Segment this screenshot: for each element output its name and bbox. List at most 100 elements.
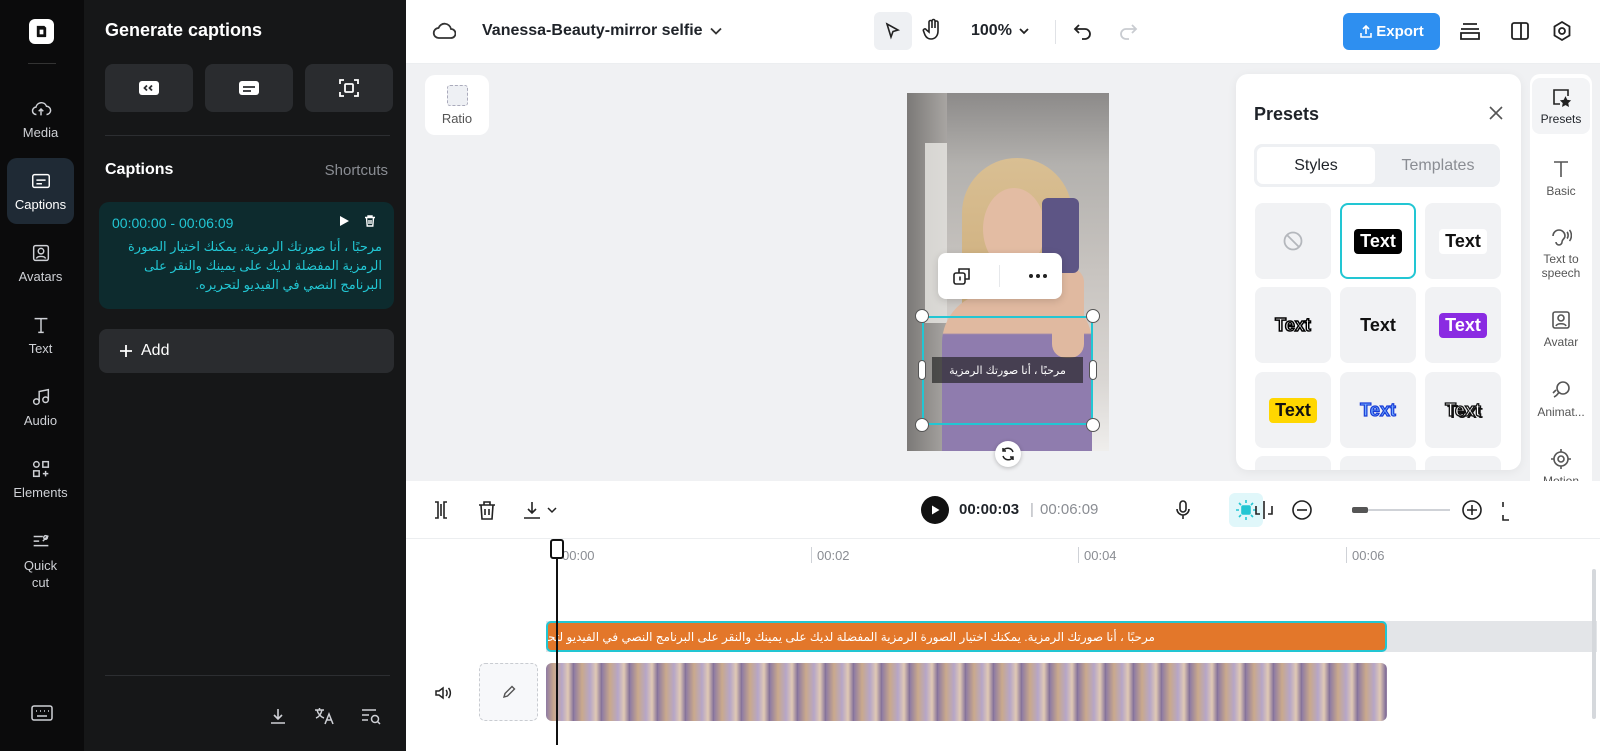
tool-basic[interactable]: Basic (1532, 158, 1590, 198)
timeline-scrollbar[interactable] (1592, 569, 1596, 719)
resize-handle-left[interactable] (918, 360, 926, 380)
caption-clip[interactable]: مرحبًا ، أنا صورتك الرمزية. يمكنك اختيار… (546, 621, 1387, 652)
tool-presets[interactable]: Presets (1532, 78, 1590, 134)
split-button[interactable] (430, 499, 452, 521)
delete-button[interactable] (476, 499, 498, 521)
duplicate-button[interactable] (952, 266, 972, 286)
preset-more[interactable] (1255, 456, 1331, 470)
download-menu-button[interactable] (546, 505, 558, 515)
search-captions-button[interactable] (360, 706, 382, 726)
duplicate-icon (953, 268, 970, 285)
find-replace-icon (362, 709, 381, 725)
toggle-panel-button[interactable] (1509, 20, 1531, 42)
fit-timeline-button[interactable] (1502, 501, 1514, 521)
close-presets-button[interactable] (1489, 106, 1503, 120)
toolbar-divider (1055, 20, 1056, 44)
rail-item-captions[interactable]: Captions (7, 158, 74, 224)
preset-yellow-box[interactable]: Text (1255, 372, 1331, 448)
zoom-out-button[interactable] (1291, 499, 1313, 521)
select-tool-button[interactable] (874, 12, 912, 50)
auto-captions-button[interactable] (105, 64, 193, 112)
preset-black-box[interactable]: Text (1340, 203, 1416, 279)
close-icon (1489, 106, 1503, 120)
video-clip[interactable] (546, 663, 1387, 721)
slider-thumb[interactable] (1352, 507, 1368, 513)
download-button[interactable] (521, 499, 543, 521)
caption-play-button[interactable] (337, 214, 351, 228)
split-view-button[interactable] (1253, 499, 1275, 521)
preset-blue-glow[interactable]: Text (1340, 372, 1416, 448)
caption-delete-button[interactable] (363, 214, 377, 228)
more-options-button[interactable] (1028, 273, 1048, 279)
translate-button[interactable] (313, 706, 335, 726)
rail-item-elements[interactable]: Elements (7, 446, 74, 512)
hand-icon (922, 18, 939, 40)
caption-item[interactable]: 00:00:00 - 00:06:09 مرحبًا ، أنا صورتك ا… (99, 202, 394, 309)
tool-label: Animat... (1537, 405, 1585, 419)
caption-selection-box[interactable] (922, 316, 1093, 425)
record-voice-button[interactable] (1172, 499, 1194, 521)
rotate-handle[interactable] (995, 441, 1021, 467)
rail-item-audio[interactable]: Audio (7, 374, 74, 440)
zoom-in-button[interactable] (1461, 499, 1483, 521)
rail-item-media[interactable]: Media (7, 86, 74, 152)
export-button[interactable]: Export (1343, 13, 1440, 50)
presets-icon (1553, 89, 1572, 108)
zoom-level[interactable]: 100% (971, 22, 1012, 40)
preset-more[interactable] (1340, 456, 1416, 470)
rail-item-avatars[interactable]: Avatars (7, 230, 74, 296)
hand-tool-button[interactable] (922, 18, 944, 42)
translate-icon (315, 708, 334, 725)
preset-more[interactable] (1425, 456, 1501, 470)
ratio-button[interactable]: Ratio (425, 75, 489, 135)
tool-label: Presets (1540, 112, 1582, 126)
layers-button[interactable] (1458, 20, 1482, 42)
resize-handle-top-left[interactable] (915, 309, 929, 323)
redo-button[interactable] (1117, 21, 1139, 41)
cloud-sync-button[interactable] (432, 20, 456, 42)
stack-icon (1460, 23, 1480, 40)
resize-handle-right[interactable] (1089, 360, 1097, 380)
rail-item-text[interactable]: Text (7, 302, 74, 368)
fit-screen-icon (1502, 502, 1509, 521)
preset-sample: Text (1445, 399, 1482, 420)
rail-item-quick-cut[interactable]: Quick cut (7, 522, 74, 600)
tool-text-to-speech[interactable]: Text to speech (1532, 226, 1590, 280)
trash-icon (479, 501, 495, 520)
tool-animation[interactable]: Animat... (1532, 379, 1590, 419)
mute-track-button[interactable] (434, 685, 452, 701)
undo-button[interactable] (1072, 21, 1094, 41)
preset-white-box[interactable]: Text (1425, 203, 1501, 279)
keyboard-shortcuts-button[interactable] (30, 704, 54, 722)
tab-styles[interactable]: Styles (1257, 147, 1375, 184)
project-menu-button[interactable] (709, 24, 723, 38)
add-caption-button[interactable]: Add (99, 329, 394, 373)
preset-none[interactable] (1255, 203, 1331, 279)
download-captions-button[interactable] (268, 706, 288, 726)
manual-captions-button[interactable] (205, 64, 293, 112)
shortcuts-link[interactable]: Shortcuts (325, 162, 388, 179)
preset-plain[interactable]: Text (1340, 287, 1416, 363)
playhead-handle[interactable] (550, 539, 564, 559)
playhead[interactable] (556, 545, 558, 745)
play-button[interactable] (921, 496, 949, 524)
preset-shadow[interactable]: Text (1425, 372, 1501, 448)
resize-handle-bottom-right[interactable] (1086, 418, 1100, 432)
resize-handle-bottom-left[interactable] (915, 418, 929, 432)
preset-outline-black[interactable]: Text (1255, 287, 1331, 363)
project-name[interactable]: Vanessa-Beauty-mirror selfie (482, 22, 703, 40)
elements-icon (32, 460, 49, 477)
edit-cover-button[interactable] (479, 663, 538, 721)
preset-purple-box[interactable]: Text (1425, 287, 1501, 363)
cc-icon (139, 81, 159, 95)
scan-captions-button[interactable] (305, 64, 393, 112)
app-logo[interactable] (29, 19, 54, 44)
motion-tracking-icon (1551, 449, 1571, 469)
tab-templates[interactable]: Templates (1379, 147, 1497, 184)
zoom-menu-button[interactable] (1018, 25, 1030, 37)
caption-text[interactable]: مرحبًا ، أنا صورتك الرمزية. يمكنك اختيار… (111, 237, 382, 294)
settings-button[interactable] (1551, 20, 1573, 42)
tool-avatar[interactable]: Avatar (1532, 309, 1590, 349)
rail-item-label: Audio (23, 412, 58, 428)
resize-handle-top-right[interactable] (1086, 309, 1100, 323)
